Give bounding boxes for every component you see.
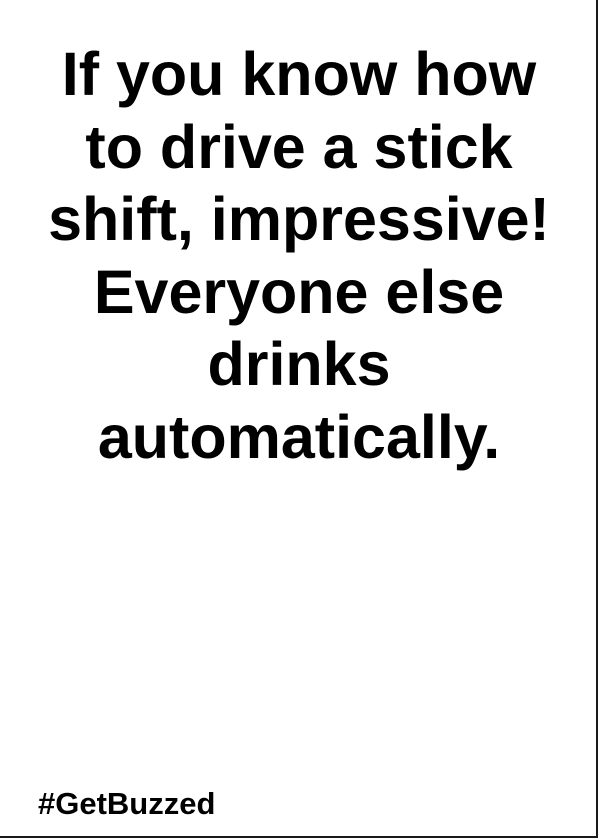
card: If you know how to drive a stick shift, …	[0, 0, 598, 838]
hashtag-label: #GetBuzzed	[38, 786, 216, 821]
prompt-line: to drive a stick	[85, 112, 513, 181]
prompt-line: If you know how	[61, 40, 537, 108]
prompt-line: drinks	[207, 330, 391, 398]
prompt-line: Everyone else	[93, 257, 505, 326]
prompt-line: automatically.	[97, 402, 501, 471]
prompt-line: shift, impressive!	[48, 185, 550, 253]
card-prompt-text: If you know how to drive a stick shift, …	[14, 38, 584, 473]
